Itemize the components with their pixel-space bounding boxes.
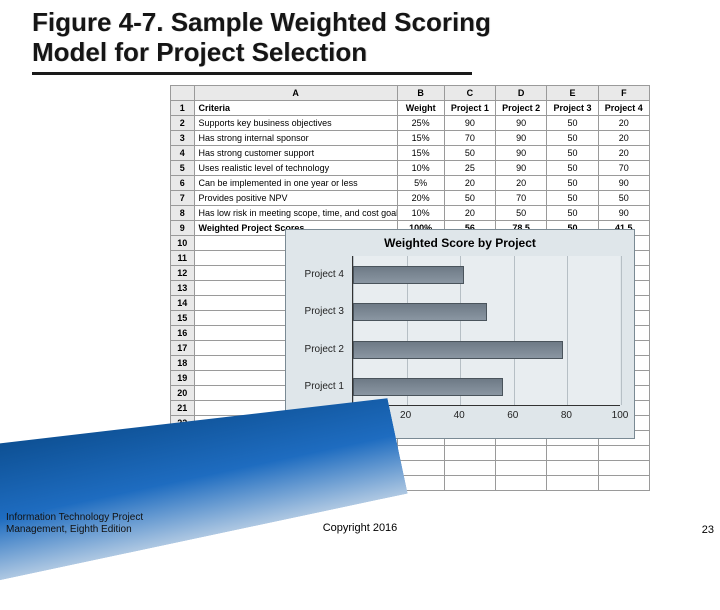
table-row: 4Has strong customer support15%50905020 [171,146,650,161]
y-tick-label: Project 1 [288,381,344,392]
hdr-p3: Project 3 [547,101,598,116]
chart-bar [353,341,563,359]
hdr-p2: Project 2 [496,101,547,116]
col-F: F [598,86,649,101]
footer-copyright: Copyright 2016 [0,522,720,534]
y-tick-label: Project 2 [288,344,344,355]
y-tick-label: Project 4 [288,269,344,280]
table-row: 6Can be implemented in one year or less5… [171,176,650,191]
header-row: 1 Criteria Weight Project 1 Project 2 Pr… [171,101,650,116]
x-tick-label: 60 [503,410,523,421]
chart-bar [353,266,464,284]
x-tick-label: 100 [610,410,630,421]
gridline [514,256,515,405]
chart-plot-area [352,256,620,406]
table-row: 7Provides positive NPV20%50705050 [171,191,650,206]
col-letter-row: A B C D E F [171,86,650,101]
table-row: 3Has strong internal sponsor15%70905020 [171,131,650,146]
hdr-p4: Project 4 [598,101,649,116]
col-C: C [444,86,495,101]
title-line-2: Model for Project Selection [32,37,367,67]
gridline [621,256,622,405]
y-tick-label: Project 3 [288,306,344,317]
rownum: 1 [171,101,195,116]
col-B: B [397,86,444,101]
x-tick-label: 20 [396,410,416,421]
x-tick-label: 80 [556,410,576,421]
x-tick-label: 40 [449,410,469,421]
table-row: 2Supports key business objectives25%9090… [171,116,650,131]
title-line-1: Figure 4-7. Sample Weighted Scoring [32,7,491,37]
chart-bar [353,378,503,396]
hdr-p1: Project 1 [444,101,495,116]
table-row: 8Has low risk in meeting scope, time, an… [171,206,650,221]
page-number: 23 [702,524,714,536]
col-D: D [496,86,547,101]
col-E: E [547,86,598,101]
chart-bar [353,303,487,321]
hdr-criteria: Criteria [194,101,397,116]
title-underline [32,72,472,75]
gridline [567,256,568,405]
figure-title: Figure 4-7. Sample Weighted Scoring Mode… [0,0,720,72]
table-row: 5Uses realistic level of technology10%25… [171,161,650,176]
hdr-weight: Weight [397,101,444,116]
chart-title: Weighted Score by Project [286,230,634,252]
col-A: A [194,86,397,101]
corner-cell [171,86,195,101]
